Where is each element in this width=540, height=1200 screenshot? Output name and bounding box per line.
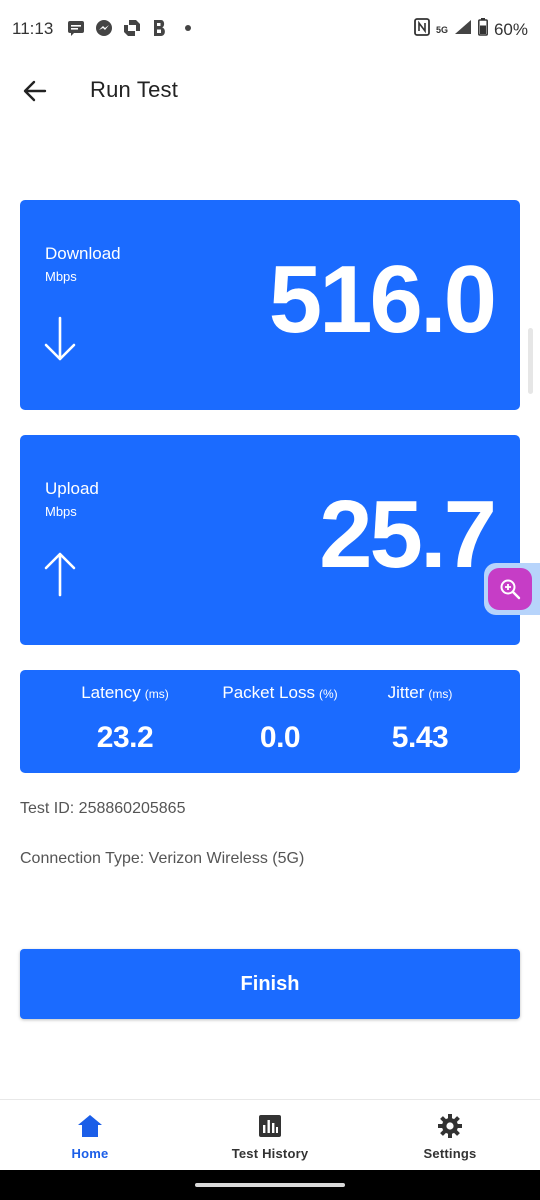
zoom-fab[interactable] <box>484 563 540 615</box>
arrow-down-icon <box>44 316 76 361</box>
metric-unit: (%) <box>318 687 338 701</box>
chart-icon <box>255 1112 285 1140</box>
metric-label-text: Jitter <box>387 683 425 702</box>
metric-unit: (ms) <box>144 687 169 701</box>
upload-unit: Mbps <box>45 504 77 519</box>
message-icon <box>66 18 86 38</box>
battery-icon <box>478 18 488 41</box>
upload-card: Upload Mbps 25.7 <box>20 435 520 645</box>
gear-icon <box>435 1112 465 1140</box>
nav-label: Home <box>71 1146 109 1161</box>
arrow-up-icon <box>44 552 76 597</box>
metric-packet-loss: Packet Loss (%) 0.0 <box>205 683 355 755</box>
app-bar: Run Test <box>0 62 540 120</box>
connection-type-text: Connection Type: Verizon Wireless (5G) <box>20 850 305 867</box>
nav-item-test-history[interactable]: Test History <box>200 1112 340 1161</box>
download-value: 516.0 <box>268 246 497 353</box>
arrow-left-icon <box>23 80 47 102</box>
back-button[interactable] <box>18 74 52 108</box>
upload-label: Upload <box>45 479 99 498</box>
metrics-card: Latency (ms) 23.2 Packet Loss (%) 0.0 Jitt… <box>20 670 520 773</box>
metric-value: 5.43 <box>391 721 449 754</box>
metric-jitter: Jitter (ms) 5.43 <box>345 683 495 755</box>
metric-label: Packet Loss (%) <box>205 683 355 703</box>
nav-item-home[interactable]: Home <box>20 1112 160 1161</box>
home-icon <box>75 1112 105 1140</box>
bottom-nav: Home Test History Settings <box>0 1099 540 1170</box>
download-unit: Mbps <box>45 269 77 284</box>
metric-latency: Latency (ms) 23.2 <box>50 683 200 755</box>
metric-label: Latency (ms) <box>50 683 200 703</box>
metric-unit: (ms) <box>428 687 453 701</box>
nfc-icon <box>414 18 430 41</box>
download-card: Download Mbps 516.0 <box>20 200 520 410</box>
nav-label: Test History <box>231 1146 309 1161</box>
battery-percent: 60% <box>493 19 528 39</box>
metric-value: 23.2 <box>96 721 154 754</box>
network-label: 5G <box>435 24 448 35</box>
metric-label-text: Packet Loss <box>222 683 315 702</box>
status-bar: 11:13 5G 60% <box>0 0 540 58</box>
notification-icons <box>66 18 198 38</box>
upload-value: 25.7 <box>319 481 497 588</box>
status-right: 5G 60% <box>414 18 528 41</box>
finish-button[interactable]: Finish <box>20 949 520 1019</box>
zoom-fab-button[interactable] <box>488 568 532 610</box>
signal-icon <box>454 19 472 40</box>
nav-item-settings[interactable]: Settings <box>380 1112 520 1161</box>
metric-value: 0.0 <box>259 721 301 754</box>
status-time: 11:13 <box>12 19 54 38</box>
b-icon <box>150 18 170 38</box>
gesture-bar <box>0 1170 540 1200</box>
page-title: Run Test <box>90 77 179 102</box>
chase-icon <box>122 18 142 38</box>
nav-label: Settings <box>423 1146 477 1161</box>
metric-label-text: Latency <box>81 683 141 702</box>
scroll-indicator[interactable] <box>528 328 533 394</box>
metric-label: Jitter (ms) <box>345 683 495 703</box>
messenger-icon <box>94 18 114 38</box>
test-id-text: Test ID: 258860205865 <box>20 800 186 817</box>
dot-icon <box>178 18 198 38</box>
gesture-pill[interactable] <box>195 1183 345 1187</box>
zoom-in-icon <box>500 579 521 600</box>
download-label: Download <box>45 244 121 263</box>
